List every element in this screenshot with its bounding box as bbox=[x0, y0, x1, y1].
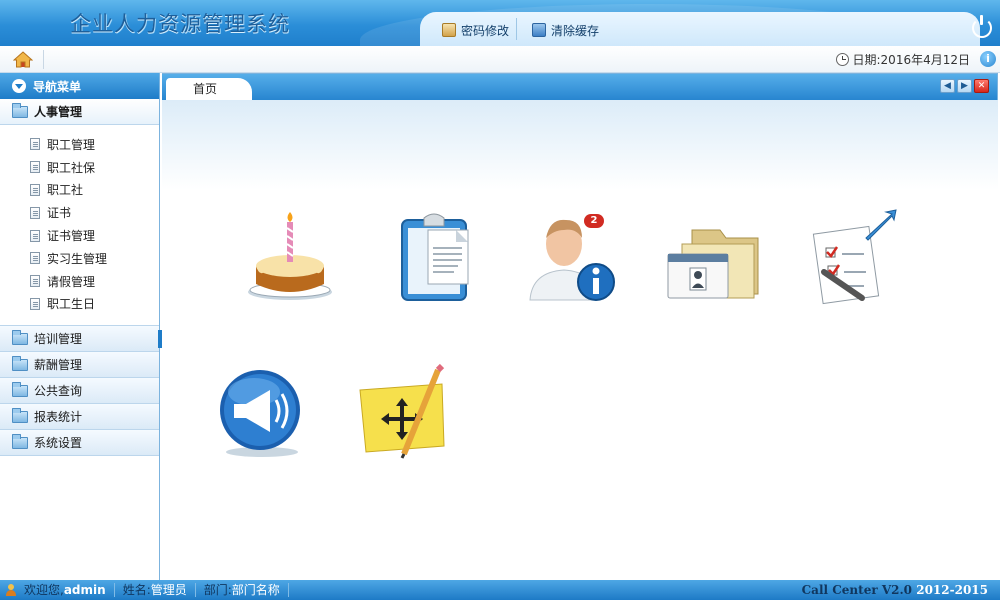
sidebar-item-label: 职工社保 bbox=[47, 160, 96, 175]
sidebar-item-label: 请假管理 bbox=[47, 274, 96, 289]
clipboard-document-icon[interactable] bbox=[388, 208, 488, 308]
sidebar-group-label: 薪酬管理 bbox=[34, 358, 83, 373]
name-value: 管理员 bbox=[150, 583, 187, 597]
power-icon[interactable] bbox=[972, 15, 992, 38]
sidebar-item-label: 职工生日 bbox=[47, 297, 96, 312]
department-label: 部门: bbox=[203, 583, 232, 597]
tab-next-icon[interactable]: ▶ bbox=[957, 79, 972, 93]
chevron-down-icon bbox=[12, 79, 26, 93]
sidebar-item-label: 实习生管理 bbox=[47, 251, 108, 266]
name-label: 姓名: bbox=[122, 583, 151, 597]
sub-header-bar: 日期:2016年4月12日 i bbox=[0, 46, 1000, 73]
toolbar-divider bbox=[516, 18, 517, 40]
sidebar-item-social-security[interactable]: 职工社保 bbox=[0, 156, 159, 179]
home-content: 2 bbox=[162, 100, 998, 581]
change-password-label: 密码修改 bbox=[461, 23, 510, 38]
notification-badge: 2 bbox=[590, 215, 598, 226]
tab-prev-icon[interactable]: ◀ bbox=[940, 79, 955, 93]
product-name: Call Center V2.0 bbox=[801, 583, 913, 597]
app-title: 企业人力资源管理系统 bbox=[70, 12, 290, 36]
megaphone-icon[interactable] bbox=[212, 362, 312, 462]
main-panel: 首页 ◀ ▶ ✕ 2 bbox=[162, 73, 998, 581]
tab-bar: 首页 ◀ ▶ ✕ bbox=[162, 74, 997, 100]
tab-close-icon[interactable]: ✕ bbox=[974, 79, 989, 93]
sidebar-item-label: 证书管理 bbox=[47, 229, 96, 244]
clock-icon bbox=[835, 53, 849, 66]
welcome-label: 欢迎您, bbox=[24, 583, 64, 597]
folder-icon bbox=[12, 433, 28, 449]
department-value: 部门名称 bbox=[231, 583, 280, 597]
department-info: 部门:部门名称 bbox=[196, 583, 289, 597]
date-display: 日期:2016年4月12日 bbox=[835, 51, 971, 68]
user-info-icon[interactable]: 2 bbox=[520, 208, 620, 308]
document-icon bbox=[30, 161, 40, 174]
sidebar-group-hr[interactable]: 人事管理 bbox=[0, 99, 159, 125]
document-icon bbox=[30, 138, 40, 151]
document-icon bbox=[30, 252, 40, 265]
document-icon bbox=[30, 297, 40, 310]
birthday-cake-icon[interactable] bbox=[240, 208, 340, 308]
sidebar-item-staff-birthday[interactable]: 职工生日 bbox=[0, 293, 159, 316]
sidebar-item-certificate[interactable]: 证书 bbox=[0, 201, 159, 224]
divider bbox=[43, 50, 44, 69]
hr-submenu: 职工管理 职工社保 职工社 证书 证书管理 实习生管理 请假管理 职工生日 bbox=[0, 125, 159, 327]
sidebar-group-salary[interactable]: 薪酬管理 bbox=[0, 352, 159, 379]
nav-menu-header[interactable]: 导航菜单 bbox=[0, 73, 159, 99]
sidebar-group-label: 报表统计 bbox=[34, 410, 83, 425]
nav-menu-title: 导航菜单 bbox=[33, 79, 82, 94]
user-icon bbox=[6, 584, 16, 596]
sidebar-group-training[interactable]: 培训管理 bbox=[0, 326, 159, 353]
folder-icon bbox=[12, 355, 28, 371]
sidebar-item-label: 证书 bbox=[47, 206, 72, 221]
document-icon bbox=[30, 183, 40, 196]
folder-icon bbox=[12, 329, 28, 345]
tab-controls: ◀ ▶ ✕ bbox=[940, 79, 989, 93]
sidebar-group-public-query[interactable]: 公共查询 bbox=[0, 378, 159, 405]
sidebar-group-settings[interactable]: 系统设置 bbox=[0, 430, 159, 457]
clear-cache-label: 清除缓存 bbox=[551, 23, 600, 38]
top-header: 企业人力资源管理系统 密码修改 清除缓存 bbox=[0, 0, 1000, 46]
document-icon bbox=[30, 229, 40, 242]
sidebar-item-staff[interactable]: 职工管理 bbox=[0, 133, 159, 156]
product-version: Call Center V2.0 2012-2015 bbox=[802, 583, 1000, 597]
sidebar-group-label: 人事管理 bbox=[34, 105, 83, 119]
sidebar-item-label: 职工社 bbox=[47, 183, 84, 198]
password-icon bbox=[442, 23, 456, 37]
status-bar: 欢迎您,admin 姓名:管理员 部门:部门名称 Call Center V2.… bbox=[0, 580, 1000, 600]
folder-icon bbox=[12, 407, 28, 423]
folder-icon bbox=[12, 381, 28, 397]
sidebar-group-label: 系统设置 bbox=[34, 436, 83, 451]
sidebar-item-intern-management[interactable]: 实习生管理 bbox=[0, 247, 159, 270]
sidebar: 导航菜单 人事管理 职工管理 职工社保 职工社 证书 证书管理 实习生管理 请假… bbox=[0, 73, 160, 580]
sidebar-item-leave-management[interactable]: 请假管理 bbox=[0, 270, 159, 293]
welcome-info: 欢迎您,admin bbox=[16, 583, 115, 597]
sidebar-item-staff-club[interactable]: 职工社 bbox=[0, 179, 159, 202]
sidebar-group-label: 培训管理 bbox=[34, 332, 83, 347]
header-toolbar: 密码修改 清除缓存 bbox=[420, 12, 980, 46]
username: admin bbox=[63, 583, 106, 597]
copyright-years: 2012-2015 bbox=[916, 583, 988, 597]
sidebar-group-label: 公共查询 bbox=[34, 384, 83, 399]
document-icon bbox=[30, 206, 40, 219]
date-text: 日期:2016年4月12日 bbox=[852, 53, 971, 67]
document-icon bbox=[30, 275, 40, 288]
contacts-folder-icon[interactable] bbox=[662, 208, 762, 308]
user-name-info: 姓名:管理员 bbox=[115, 583, 196, 597]
change-password-button[interactable]: 密码修改 bbox=[442, 20, 509, 40]
sidebar-item-certificate-management[interactable]: 证书管理 bbox=[0, 224, 159, 247]
info-icon[interactable]: i bbox=[980, 51, 996, 67]
folder-open-icon bbox=[12, 102, 28, 118]
sticky-note-move-icon[interactable] bbox=[352, 362, 452, 462]
clear-cache-button[interactable]: 清除缓存 bbox=[532, 20, 599, 40]
tab-home[interactable]: 首页 bbox=[166, 78, 252, 100]
home-icon[interactable] bbox=[13, 51, 33, 68]
sidebar-item-label: 职工管理 bbox=[47, 137, 96, 152]
clear-cache-icon bbox=[532, 23, 546, 37]
checklist-icon[interactable] bbox=[804, 208, 904, 308]
sidebar-group-reports[interactable]: 报表统计 bbox=[0, 404, 159, 431]
